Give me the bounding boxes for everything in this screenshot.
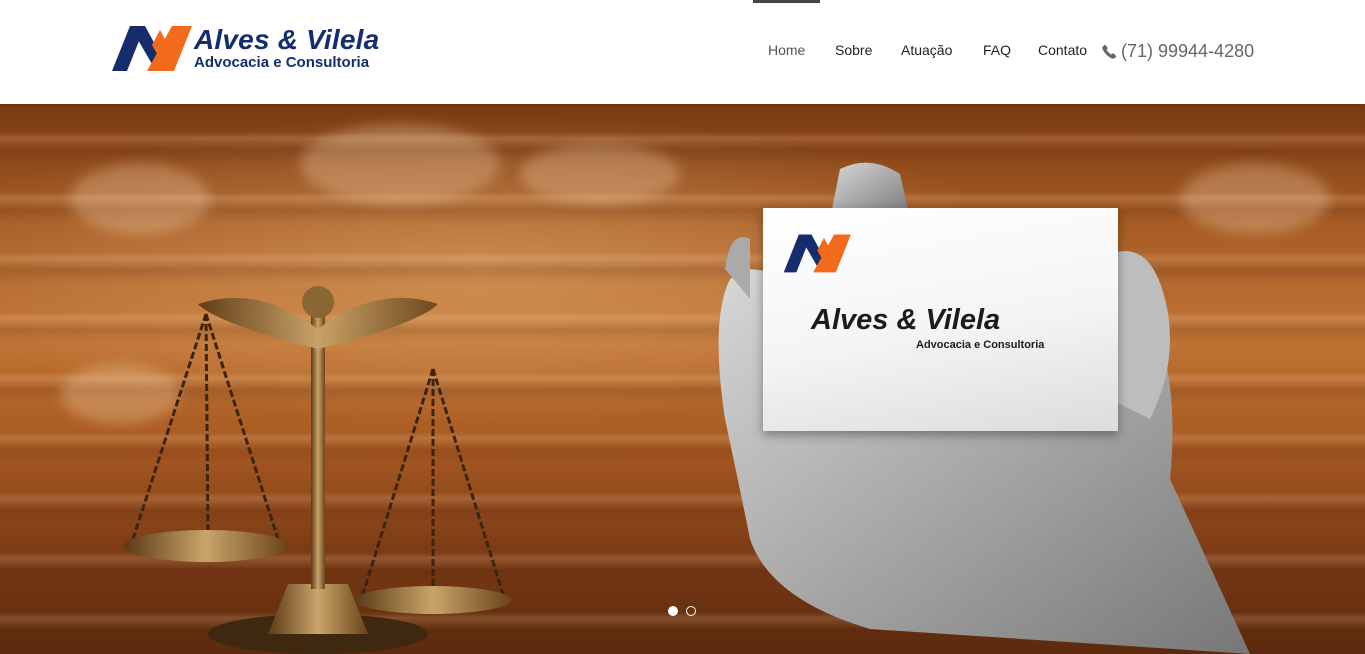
slider-dot-2[interactable]	[686, 606, 696, 616]
justice-scales-image	[124, 286, 511, 654]
background-bokeh	[520, 144, 680, 204]
card-brand-tagline: Advocacia e Consultoria	[916, 339, 1045, 351]
background-bokeh	[300, 124, 500, 204]
background-bokeh	[70, 164, 210, 234]
nav-item-contato[interactable]: Contato	[1038, 0, 1087, 104]
phone-icon	[1102, 44, 1117, 59]
phone-number: (71) 99944-4280	[1121, 40, 1255, 61]
business-card: Alves & Vilela Advocacia e Consultoria	[763, 208, 1118, 431]
hero-slider: Alves & Vilela Advocacia e Consultoria	[0, 104, 1365, 654]
phone-link[interactable]: (71) 99944-4280	[1102, 39, 1254, 63]
nav-item-home[interactable]: Home	[768, 0, 805, 104]
slider-dot-1[interactable]	[668, 606, 678, 616]
brand-logo-icon	[112, 26, 192, 71]
brand-name: Alves & Vilela	[194, 24, 380, 55]
card-logo-icon	[783, 234, 851, 273]
brand-tagline: Advocacia e Consultoria	[194, 54, 370, 71]
card-brand-name: Alves & Vilela	[811, 304, 1001, 336]
site-header: Alves & Vilela Advocacia e Consultoria H…	[0, 0, 1365, 104]
nav-item-sobre[interactable]: Sobre	[835, 0, 872, 104]
nav-item-atuacao[interactable]: Atuação	[901, 0, 952, 104]
brand-logo-link[interactable]: Alves & Vilela Advocacia e Consultoria	[112, 23, 412, 73]
nav-item-faq[interactable]: FAQ	[983, 0, 1011, 104]
